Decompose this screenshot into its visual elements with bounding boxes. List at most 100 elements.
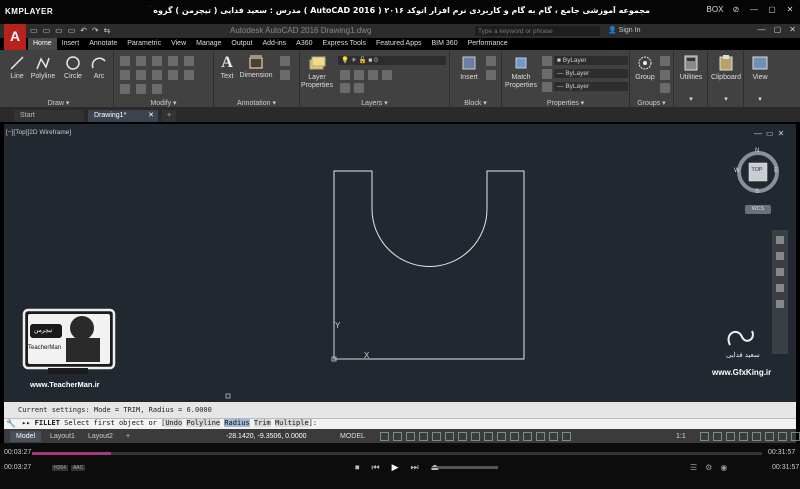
draw-panel-label[interactable]: Draw ▾ — [4, 99, 113, 107]
trim-icon[interactable] — [152, 56, 162, 66]
leader-icon[interactable] — [280, 56, 290, 66]
auto-scale-icon[interactable] — [562, 432, 571, 441]
player-close-button[interactable]: ✕ — [784, 5, 796, 14]
transparency-icon[interactable] — [471, 432, 480, 441]
autocad-close-button[interactable]: ✕ — [789, 25, 796, 34]
seek-bar[interactable] — [32, 452, 762, 455]
hardware-acceleration-icon[interactable] — [778, 432, 787, 441]
play-button[interactable]: ▶ — [392, 462, 399, 473]
tab-start[interactable]: Start — [14, 110, 84, 122]
array-icon[interactable] — [136, 84, 146, 94]
close-icon[interactable]: ✕ — [148, 110, 154, 122]
units-icon[interactable] — [726, 432, 735, 441]
zoom-icon[interactable] — [776, 268, 784, 276]
block-panel-label[interactable]: Block ▾ — [450, 99, 501, 107]
lock-ui-icon[interactable] — [752, 432, 761, 441]
tab-parametric[interactable]: Parametric — [122, 38, 166, 50]
rotate-icon[interactable] — [136, 56, 146, 66]
qat-new-button[interactable]: ▭ — [30, 26, 38, 35]
mirror-icon[interactable] — [136, 70, 146, 80]
tab-home[interactable]: Home — [28, 38, 57, 50]
lineweight-icon[interactable] — [458, 432, 467, 441]
dimension-tool[interactable]: Dimension — [238, 54, 274, 79]
tab-output[interactable]: Output — [226, 38, 257, 50]
layer-properties-tool[interactable]: Layer Properties — [300, 54, 334, 90]
gizmo-icon[interactable] — [536, 432, 545, 441]
option-radius[interactable]: Radius — [224, 419, 250, 427]
new-tab-button[interactable]: + — [162, 110, 176, 122]
pan-icon[interactable] — [776, 252, 784, 260]
wrench-icon[interactable]: 🔧 — [6, 419, 16, 428]
option-trim[interactable]: Trim — [253, 419, 271, 427]
layer-freeze-icon[interactable] — [368, 70, 378, 80]
move-icon[interactable] — [120, 56, 130, 66]
next-button[interactable]: ⏭ — [411, 462, 419, 473]
autocad-maximize-button[interactable]: ▢ — [774, 25, 782, 34]
group-edit-icon[interactable] — [660, 70, 670, 80]
view-tool[interactable]: View ▾ — [744, 54, 776, 103]
search-input[interactable] — [475, 26, 600, 36]
stop-button[interactable]: ⏹ — [355, 462, 360, 473]
table-icon[interactable] — [280, 70, 290, 80]
grid-icon[interactable] — [380, 432, 389, 441]
layer-lock-icon[interactable] — [382, 70, 392, 80]
polyline-tool[interactable]: Polyline — [28, 55, 58, 80]
properties-color-icon[interactable] — [542, 56, 552, 66]
circle-tool[interactable]: Circle — [60, 55, 86, 80]
viewcube-east[interactable]: E — [774, 168, 778, 174]
layer-iso-icon[interactable] — [340, 70, 350, 80]
offset-icon[interactable] — [168, 70, 178, 80]
lineweight-dropdown[interactable]: — ByLayer — [554, 82, 628, 91]
text-tool[interactable]: A Text — [216, 54, 238, 80]
tab-model[interactable]: Model — [10, 431, 42, 442]
tab-add-ins[interactable]: Add-ins — [257, 38, 291, 50]
previous-button[interactable]: ⏮ — [372, 462, 380, 473]
player-minimize-button[interactable]: — — [748, 5, 760, 14]
annotation-panel-label[interactable]: Annotation ▾ — [214, 99, 299, 107]
annotation-scale[interactable]: 1:1 — [676, 433, 686, 440]
layer-off-icon[interactable] — [354, 70, 364, 80]
playlist-icon[interactable]: ☰ — [690, 463, 697, 472]
break-icon[interactable] — [152, 84, 162, 94]
tab-insert[interactable]: Insert — [57, 38, 85, 50]
scale-icon[interactable] — [120, 84, 130, 94]
create-block-icon[interactable] — [486, 56, 496, 66]
layer-previous-icon[interactable] — [354, 83, 364, 93]
qat-redo-button[interactable]: ↷ — [92, 26, 99, 35]
steering-wheel-icon[interactable] — [776, 236, 784, 244]
insert-tool[interactable]: Insert — [456, 54, 482, 81]
copy-icon[interactable] — [120, 70, 130, 80]
player-maximize-button[interactable]: ▢ — [766, 5, 778, 14]
line-tool[interactable]: Line — [6, 55, 28, 80]
qat-print-button[interactable]: ▭ — [68, 26, 76, 35]
qat-save-button[interactable]: ▭ — [55, 26, 63, 35]
layer-match-icon[interactable] — [340, 83, 350, 93]
properties-linetype-icon[interactable] — [542, 69, 552, 79]
stretch-icon[interactable] — [184, 70, 194, 80]
tab-bim-360[interactable]: BIM 360 — [427, 38, 463, 50]
ungroup-icon[interactable] — [660, 56, 670, 66]
group-select-icon[interactable] — [660, 83, 670, 93]
tab-a360[interactable]: A360 — [291, 38, 317, 50]
tab-view[interactable]: View — [166, 38, 191, 50]
polar-icon[interactable] — [419, 432, 428, 441]
clipboard-tool[interactable]: Clipboard ▾ — [708, 54, 744, 103]
selection-cycling-icon[interactable] — [484, 432, 493, 441]
linetype-dropdown[interactable]: — ByLayer — [554, 69, 628, 78]
model-space-toggle[interactable]: MODEL — [340, 433, 365, 440]
orbit-icon[interactable] — [776, 284, 784, 292]
group-tool[interactable]: Group — [632, 54, 658, 81]
qat-share-button[interactable]: ⇆ — [104, 26, 111, 35]
annotation-monitor-icon[interactable] — [713, 432, 722, 441]
otrack-icon[interactable] — [445, 432, 454, 441]
quick-properties-icon[interactable] — [739, 432, 748, 441]
option-multiple[interactable]: Multiple — [274, 419, 309, 427]
tab-layout1[interactable]: Layout1 — [44, 431, 81, 442]
ortho-icon[interactable] — [406, 432, 415, 441]
player-pin-button[interactable]: ⊘ — [730, 5, 742, 14]
color-dropdown[interactable]: ■ ByLayer — [554, 56, 628, 65]
qat-undo-button[interactable]: ↶ — [80, 26, 87, 35]
utilities-tool[interactable]: Utilities ▾ — [674, 54, 708, 103]
properties-lineweight-icon[interactable] — [542, 82, 552, 92]
viewcube-west[interactable]: W — [734, 168, 740, 174]
